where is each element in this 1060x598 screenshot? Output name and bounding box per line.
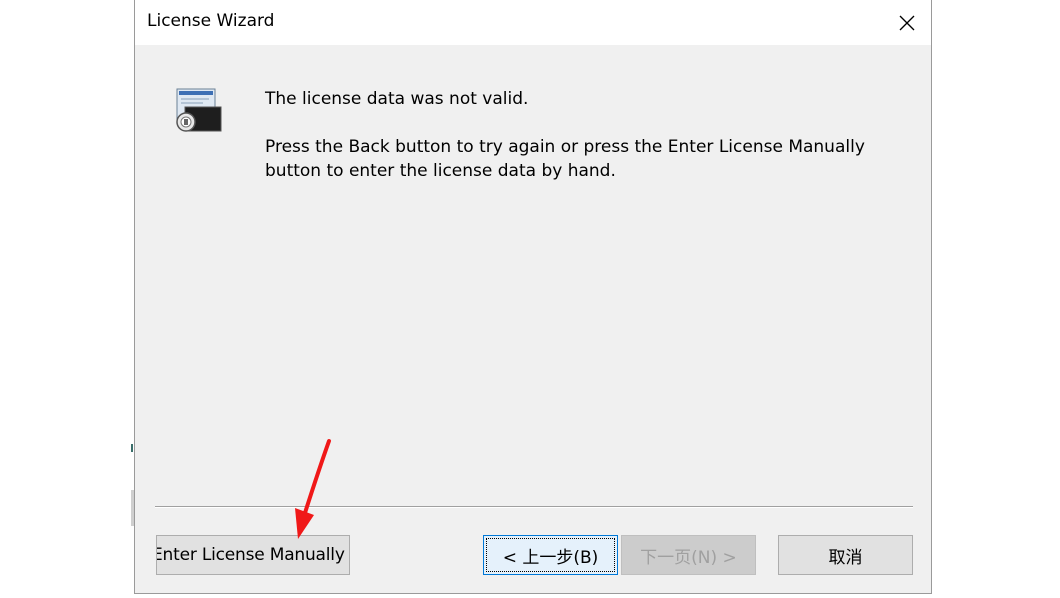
error-message-title: The license data was not valid. — [265, 89, 529, 109]
back-button[interactable]: < 上一步(B) — [483, 535, 618, 575]
next-button[interactable]: 下一页(N) > — [621, 535, 756, 575]
license-certificate-icon — [176, 88, 222, 132]
enter-license-manually-label: Enter License Manually — [156, 545, 345, 565]
screen: License Wizard The license data was not … — [0, 0, 1060, 598]
license-wizard-dialog: License Wizard The license data was not … — [134, 0, 932, 594]
focus-ring — [486, 538, 615, 572]
cancel-button-label: 取消 — [828, 547, 863, 568]
close-icon — [899, 15, 915, 30]
close-button[interactable] — [883, 0, 931, 45]
window-title: License Wizard — [147, 11, 275, 31]
title-bar[interactable]: License Wizard — [135, 0, 931, 45]
error-message-body: Press the Back button to try again or pr… — [265, 137, 865, 181]
next-button-label: 下一页(N) > — [640, 547, 737, 568]
cancel-button[interactable]: 取消 — [778, 535, 913, 575]
footer-separator — [155, 506, 913, 508]
enter-license-manually-button[interactable]: Enter License Manually — [156, 535, 350, 575]
background-window-edge — [131, 444, 133, 452]
